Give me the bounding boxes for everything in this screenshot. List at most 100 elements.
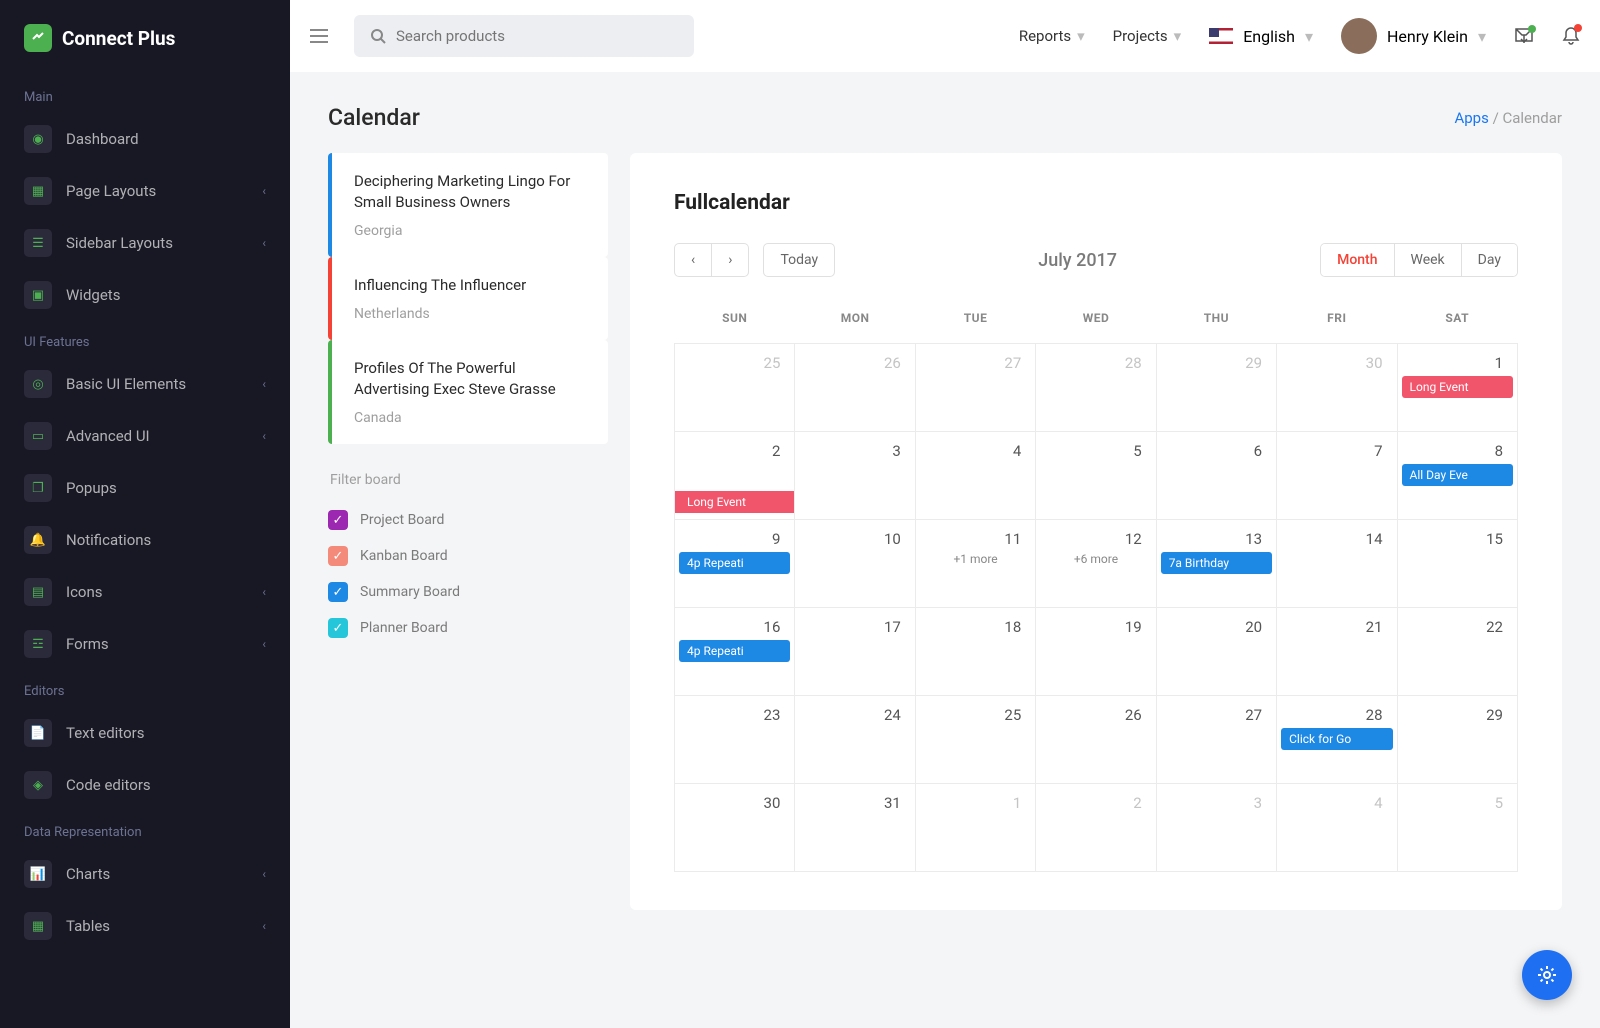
sidebar-item-page-layouts[interactable]: ▦ Page Layouts ‹ <box>0 165 290 217</box>
calendar-cell[interactable]: 5 <box>1036 432 1156 520</box>
nav-label: Popups <box>66 479 117 497</box>
calendar-cell[interactable]: 30 <box>675 784 795 872</box>
menu-icon[interactable] <box>310 29 330 43</box>
calendar-cell[interactable]: 2 <box>1036 784 1156 872</box>
calendar-event[interactable]: Long Event <box>1402 376 1513 398</box>
settings-fab[interactable] <box>1522 950 1572 1000</box>
sidebar-item-widgets[interactable]: ▣ Widgets <box>0 269 290 321</box>
calendar-cell[interactable]: 6 <box>1156 432 1276 520</box>
calendar-cell[interactable]: 17 <box>795 608 915 696</box>
breadcrumb-root[interactable]: Apps <box>1454 109 1488 127</box>
calendar-cell[interactable]: 2Long Event <box>675 432 795 520</box>
filter-checkbox[interactable]: ✓ Project Board <box>328 510 608 530</box>
calendar-cell[interactable]: 27 <box>915 344 1035 432</box>
sidebar-item-icons[interactable]: ▤ Icons ‹ <box>0 566 290 618</box>
calendar-cell[interactable]: 14 <box>1277 520 1397 608</box>
calendar-cell[interactable]: 5 <box>1397 784 1517 872</box>
inbox-icon[interactable] <box>1514 27 1534 45</box>
calendar-cell[interactable]: 15 <box>1397 520 1517 608</box>
sidebar-item-popups[interactable]: ❐ Popups <box>0 462 290 514</box>
calendar-event[interactable]: All Day Eve <box>1402 464 1513 486</box>
calendar-cell[interactable]: 3 <box>1156 784 1276 872</box>
calendar-cell[interactable]: 19 <box>1036 608 1156 696</box>
next-button[interactable]: › <box>712 243 749 277</box>
prev-button[interactable]: ‹ <box>674 243 712 277</box>
filter-checkbox[interactable]: ✓ Summary Board <box>328 582 608 602</box>
sidebar-item-dashboard[interactable]: ◉ Dashboard <box>0 113 290 165</box>
filter-checkbox[interactable]: ✓ Kanban Board <box>328 546 608 566</box>
view-day-button[interactable]: Day <box>1462 244 1517 276</box>
calendar-cell[interactable]: 3 <box>795 432 915 520</box>
filter-checkbox[interactable]: ✓ Planner Board <box>328 618 608 638</box>
user-menu[interactable]: Henry Klein ▾ <box>1341 18 1486 54</box>
topbar-right: Reports▾ Projects▾ English ▾ Henry Klein… <box>1019 18 1580 54</box>
calendar-cell[interactable]: 31 <box>795 784 915 872</box>
event-card[interactable]: Influencing The Influencer Netherlands <box>328 257 608 340</box>
search-input[interactable] <box>396 27 678 45</box>
today-button[interactable]: Today <box>763 243 835 277</box>
nav-label: Code editors <box>66 776 151 794</box>
nav-icon: ◉ <box>24 125 52 153</box>
calendar-event[interactable]: 7a Birthday <box>1161 552 1272 574</box>
brand[interactable]: Connect Plus <box>0 24 290 76</box>
calendar-cell[interactable]: 94p Repeati <box>675 520 795 608</box>
calendar-cell[interactable]: 22 <box>1397 608 1517 696</box>
calendar-cell[interactable]: 12+6 more <box>1036 520 1156 608</box>
sidebar-item-tables[interactable]: ▦ Tables ‹ <box>0 900 290 952</box>
view-month-button[interactable]: Month <box>1321 244 1394 276</box>
view-week-button[interactable]: Week <box>1395 244 1462 276</box>
calendar-cell[interactable]: 8All Day Eve <box>1397 432 1517 520</box>
calendar-cell[interactable]: 30 <box>1277 344 1397 432</box>
calendar-cell[interactable]: 25 <box>675 344 795 432</box>
calendar-cell[interactable]: 29 <box>1397 696 1517 784</box>
calendar-cell[interactable]: 24 <box>795 696 915 784</box>
day-number: 2 <box>1036 784 1155 816</box>
calendar-cell[interactable]: 20 <box>1156 608 1276 696</box>
calendar-cell[interactable]: 26 <box>795 344 915 432</box>
more-events-link[interactable]: +6 more <box>1036 552 1155 566</box>
search-box[interactable] <box>354 15 694 57</box>
calendar-event[interactable]: Click for Go <box>1281 728 1392 750</box>
calendar-cell[interactable]: 25 <box>915 696 1035 784</box>
calendar-cell[interactable]: 26 <box>1036 696 1156 784</box>
sidebar-item-text-editors[interactable]: 📄 Text editors <box>0 707 290 759</box>
calendar-cell[interactable]: 29 <box>1156 344 1276 432</box>
sidebar-item-charts[interactable]: 📊 Charts ‹ <box>0 848 290 900</box>
calendar-cell[interactable]: 28Click for Go <box>1277 696 1397 784</box>
event-location: Georgia <box>354 223 588 239</box>
calendar-event-long[interactable]: Long Event <box>675 491 795 513</box>
calendar-cell[interactable]: 21 <box>1277 608 1397 696</box>
calendar-cell[interactable]: 4 <box>1277 784 1397 872</box>
calendar-cell[interactable]: 11+1 more <box>915 520 1035 608</box>
calendar-event[interactable]: 4p Repeati <box>679 640 790 662</box>
reports-dropdown[interactable]: Reports▾ <box>1019 27 1085 45</box>
sidebar-item-code-editors[interactable]: ◈ Code editors <box>0 759 290 811</box>
calendar-event[interactable]: 4p Repeati <box>679 552 790 574</box>
calendar-cell[interactable]: 18 <box>915 608 1035 696</box>
sidebar-item-sidebar-layouts[interactable]: ☰ Sidebar Layouts ‹ <box>0 217 290 269</box>
sidebar-item-basic-ui-elements[interactable]: ◎ Basic UI Elements ‹ <box>0 358 290 410</box>
event-card[interactable]: Deciphering Marketing Lingo For Small Bu… <box>328 153 608 257</box>
calendar-cell[interactable]: 164p Repeati <box>675 608 795 696</box>
sidebar-item-notifications[interactable]: 🔔 Notifications <box>0 514 290 566</box>
projects-dropdown[interactable]: Projects▾ <box>1113 27 1182 45</box>
calendar-cell[interactable]: 1Long Event <box>1397 344 1517 432</box>
sidebar-item-forms[interactable]: ☲ Forms ‹ <box>0 618 290 670</box>
calendar-cell[interactable]: 137a Birthday <box>1156 520 1276 608</box>
bell-icon[interactable] <box>1562 26 1580 46</box>
calendar-cell[interactable]: 7 <box>1277 432 1397 520</box>
calendar-cell[interactable]: 23 <box>675 696 795 784</box>
language-selector[interactable]: English ▾ <box>1209 27 1313 46</box>
calendar-cell[interactable]: 10 <box>795 520 915 608</box>
calendar-cell[interactable]: 4 <box>915 432 1035 520</box>
main: Reports▾ Projects▾ English ▾ Henry Klein… <box>290 0 1600 1028</box>
day-number: 24 <box>795 696 914 728</box>
calendar-cell[interactable]: 27 <box>1156 696 1276 784</box>
chevron-right-icon: › <box>728 252 732 268</box>
more-events-link[interactable]: +1 more <box>916 552 1035 566</box>
calendar-cell[interactable]: 28 <box>1036 344 1156 432</box>
sidebar-item-advanced-ui[interactable]: ▭ Advanced UI ‹ <box>0 410 290 462</box>
nav-icon: ☲ <box>24 630 52 658</box>
calendar-cell[interactable]: 1 <box>915 784 1035 872</box>
event-card[interactable]: Profiles Of The Powerful Advertising Exe… <box>328 340 608 444</box>
